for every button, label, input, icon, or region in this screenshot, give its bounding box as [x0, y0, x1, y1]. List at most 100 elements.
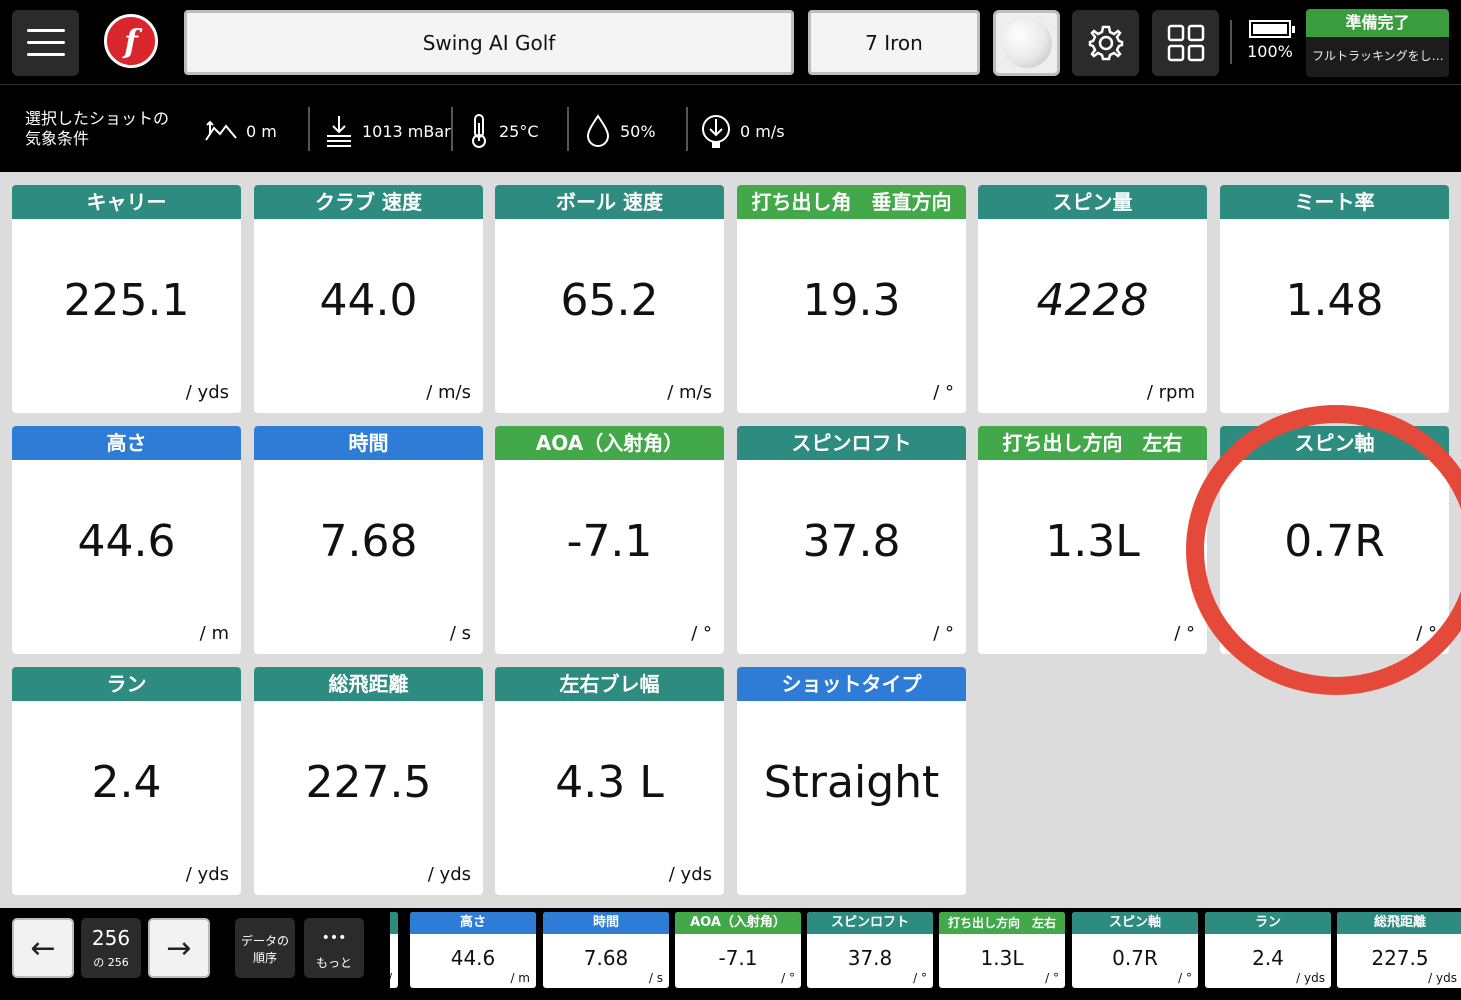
mini-card-launch-direction[interactable]: 打ち出し方向 左右 1.3L / ° [939, 912, 1065, 988]
brand-logo: f [104, 14, 158, 68]
status-panel[interactable]: 準備完了 フルトラッキングをし… [1306, 9, 1449, 77]
water-drop-icon [586, 114, 610, 147]
metric-unit: / rpm [1146, 382, 1195, 403]
status-title: 準備完了 [1306, 9, 1449, 37]
metric-unit: / ° [1416, 623, 1437, 644]
metric-value: Straight [763, 757, 940, 808]
metric-unit: / m/s [426, 382, 471, 403]
altitude-value: 0 m [246, 121, 277, 141]
metric-card-launch-angle-vertical[interactable]: 打ち出し角 垂直方向 19.3 / ° [737, 185, 966, 413]
metric-label: スピン量 [978, 185, 1207, 219]
mini-value: 227.5 [1371, 946, 1429, 970]
metric-card-hang-time[interactable]: 時間 7.68 / s [254, 426, 483, 654]
metric-value: 7.68 [319, 516, 418, 567]
mini-card-aoa[interactable]: AOA（入射角） -7.1 / ° [675, 912, 801, 988]
metric-card-launch-direction[interactable]: 打ち出し方向 左右 1.3L / ° [978, 426, 1207, 654]
settings-button[interactable] [1072, 10, 1139, 76]
pressure-value: 1013 mBar [362, 121, 451, 141]
temperature-value: 25°C [499, 121, 539, 141]
metrics-strip[interactable]: / 高さ 44.6 / m 時間 7.68 / s AOA（入射角） -7.1 … [390, 912, 1461, 992]
metric-value: 19.3 [802, 275, 901, 326]
battery-level: 100% [1247, 42, 1293, 61]
mini-label: 総飛距離 [1337, 912, 1461, 934]
weather-label-line1: 選択したショットの [25, 109, 170, 128]
metric-card-spin-loft[interactable]: スピンロフト 37.8 / ° [737, 426, 966, 654]
metric-card-shot-type[interactable]: ショットタイプ Straight [737, 667, 966, 895]
mini-card-partial[interactable]: / [390, 912, 398, 988]
humidity-item: 50% [584, 111, 656, 151]
layout-grid-button[interactable] [1152, 10, 1219, 76]
mini-unit: / yds [1296, 971, 1325, 985]
metric-unit: / m/s [667, 382, 712, 403]
arrow-right-icon: → [166, 930, 192, 966]
metric-label: ボール 速度 [495, 185, 724, 219]
humidity-value: 50% [620, 121, 656, 141]
metric-card-spin-rate[interactable]: スピン量 4228 / rpm [978, 185, 1207, 413]
mini-unit: / yds [1428, 971, 1457, 985]
battery-indicator: 100% [1242, 20, 1298, 61]
metric-value: 2.4 [91, 757, 162, 808]
app-title-field[interactable]: Swing AI Golf [184, 10, 794, 75]
mini-value: 2.4 [1252, 946, 1284, 970]
previous-shot-button[interactable]: ← [12, 918, 74, 978]
menu-button[interactable] [12, 10, 79, 76]
mini-card-spin-loft[interactable]: スピンロフト 37.8 / ° [807, 912, 933, 988]
data-order-line2: 順序 [252, 951, 277, 965]
metric-value: 44.0 [319, 275, 418, 326]
metric-card-total-distance[interactable]: 総飛距離 227.5 / yds [254, 667, 483, 895]
mini-card-height[interactable]: 高さ 44.6 / m [410, 912, 536, 988]
metric-unit: / yds [185, 864, 229, 885]
metric-card-smash-factor[interactable]: ミート率 1.48 [1220, 185, 1449, 413]
metric-unit: / ° [1174, 623, 1195, 644]
metric-card-ball-speed[interactable]: ボール 速度 65.2 / m/s [495, 185, 724, 413]
mini-card-total-distance[interactable]: 総飛距離 227.5 / yds [1337, 912, 1461, 988]
metric-card-spin-axis[interactable]: スピン軸 0.7R / ° [1220, 426, 1449, 654]
gear-icon [1088, 25, 1123, 61]
shot-number: 256 [91, 926, 131, 950]
grid-icon [1167, 24, 1204, 62]
wind-item: 0 m/s [700, 111, 785, 151]
metric-value: 4228 [1036, 275, 1149, 326]
mini-value: 7.68 [583, 946, 629, 970]
metric-unit: / s [449, 623, 471, 644]
weather-bar: 選択したショットの 気象条件 0 m 1013 mBar 25°C 50% 0 … [0, 84, 1461, 172]
metric-value: 225.1 [63, 275, 190, 326]
mini-label: スピンロフト [807, 912, 933, 934]
mini-unit: / s [648, 971, 663, 985]
mini-card-run[interactable]: ラン 2.4 / yds [1205, 912, 1331, 988]
altitude-item: 0 m [204, 111, 277, 151]
metric-label: 打ち出し方向 左右 [978, 426, 1207, 460]
mini-label: 時間 [543, 912, 669, 934]
metric-card-height[interactable]: 高さ 44.6 / m [12, 426, 241, 654]
metric-value: 227.5 [305, 757, 432, 808]
ball-button[interactable] [993, 10, 1060, 76]
data-order-button[interactable]: データの 順序 [235, 918, 295, 978]
metric-value: 37.8 [802, 516, 901, 567]
mini-card-spin-axis[interactable]: スピン軸 0.7R / ° [1072, 912, 1198, 988]
arrow-left-icon: ← [30, 930, 56, 966]
metric-value: 1.3L [1045, 516, 1140, 567]
club-selector[interactable]: 7 Iron [808, 10, 980, 75]
next-shot-button[interactable]: → [148, 918, 210, 978]
metric-label: キャリー [12, 185, 241, 219]
metric-unit: / m [199, 623, 229, 644]
metric-label: ショットタイプ [737, 667, 966, 701]
metric-value: 0.7R [1284, 516, 1385, 567]
mini-value: 37.8 [847, 946, 893, 970]
more-button[interactable]: ••• もっと [304, 918, 364, 978]
altitude-icon [205, 120, 237, 141]
metric-card-run[interactable]: ラン 2.4 / yds [12, 667, 241, 895]
metric-card-aoa[interactable]: AOA（入射角） -7.1 / ° [495, 426, 724, 654]
mini-card-hang-time[interactable]: 時間 7.68 / s [543, 912, 669, 988]
shot-total: の 256 [93, 956, 129, 969]
metric-label: 高さ [12, 426, 241, 460]
metric-value: 4.3 L [555, 757, 664, 808]
mini-label: ラン [1205, 912, 1331, 934]
metric-card-carry[interactable]: キャリー 225.1 / yds [12, 185, 241, 413]
golf-ball-icon [1001, 18, 1052, 68]
temperature-item: 25°C [467, 111, 539, 151]
metric-card-lateral-deviation[interactable]: 左右ブレ幅 4.3 L / yds [495, 667, 724, 895]
mini-unit: / ° [1045, 971, 1059, 985]
metric-card-club-speed[interactable]: クラブ 速度 44.0 / m/s [254, 185, 483, 413]
metric-label: 時間 [254, 426, 483, 460]
